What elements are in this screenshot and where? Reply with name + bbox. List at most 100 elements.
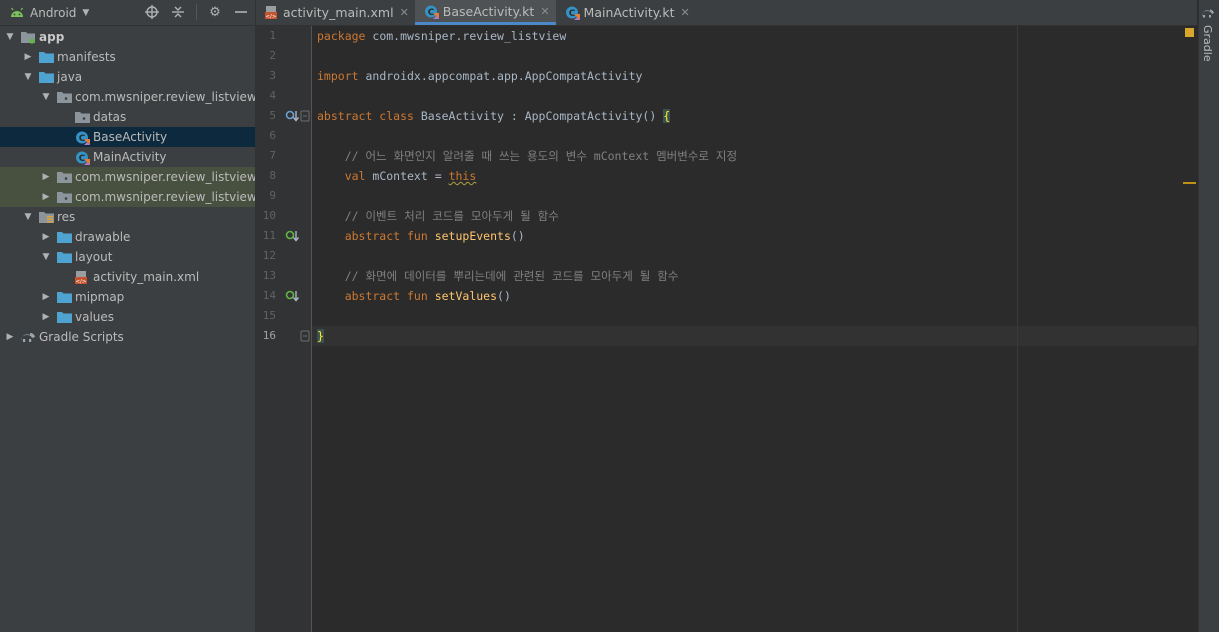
collapsed-arrow-icon[interactable]: ▶	[40, 292, 52, 302]
code-line-3[interactable]: import androidx.appcompat.app.AppCompatA…	[317, 66, 642, 86]
line-number: 3	[269, 69, 276, 82]
tree-item[interactable]: ▶ Gradle Scripts	[0, 327, 255, 347]
code-keyword: package	[317, 29, 366, 43]
gear-icon[interactable]: ⚙	[207, 4, 223, 20]
code-editor[interactable]: package com.mwsniper.review_listview imp…	[312, 26, 1197, 632]
code-line-1[interactable]: package com.mwsniper.review_listview	[317, 26, 566, 46]
gradle-icon	[20, 330, 36, 344]
tree-item[interactable]: ▼ layout	[0, 247, 255, 267]
right-tool-strip: Gradle	[1198, 0, 1219, 632]
kotlin-class-icon: C	[565, 5, 580, 20]
project-view-selector[interactable]: Android ▼	[0, 6, 89, 20]
tree-item-label: com.mwsniper.review_listview	[75, 170, 256, 184]
matched-brace: {	[663, 109, 671, 123]
collapsed-arrow-icon[interactable]: ▶	[22, 52, 34, 62]
kotlin-class-icon: C	[424, 4, 439, 19]
package-icon	[56, 90, 72, 104]
kotlin-class-icon: C	[74, 130, 90, 145]
expanded-arrow-icon[interactable]: ▼	[22, 72, 34, 82]
close-icon[interactable]: ✕	[680, 6, 689, 19]
code-line-14[interactable]: abstract fun setValues()	[317, 286, 511, 306]
warning-status-icon[interactable]	[1185, 28, 1194, 37]
collapsed-arrow-icon[interactable]: ▶	[40, 192, 52, 202]
tree-item-label: BaseActivity	[93, 130, 168, 144]
line-number: 7	[269, 149, 276, 162]
matched-brace: }	[317, 329, 324, 343]
tree-item[interactable]: ▶ manifests	[0, 47, 255, 67]
editor-tab[interactable]: </> activity_main.xml ✕	[256, 0, 415, 25]
collapsed-arrow-icon[interactable]: ▶	[40, 172, 52, 182]
hide-panel-icon[interactable]	[233, 4, 249, 20]
tree-item-label: mipmap	[75, 290, 125, 304]
expanded-arrow-icon[interactable]: ▼	[40, 252, 52, 262]
tree-item[interactable]: ▼ com.mwsniper.review_listview	[0, 87, 255, 107]
line-number: 5	[269, 109, 276, 122]
line-number: 2	[269, 49, 276, 62]
implemented-marker-icon[interactable]	[285, 289, 299, 303]
warning-marker[interactable]	[1183, 182, 1196, 184]
expanded-arrow-icon[interactable]: ▼	[22, 212, 34, 222]
expanded-arrow-icon[interactable]: ▼	[4, 32, 16, 42]
close-icon[interactable]: ✕	[540, 5, 549, 18]
gradle-icon	[1202, 9, 1214, 18]
tree-item[interactable]: ▶com.mwsniper.review_listview (te	[0, 187, 255, 207]
tree-item[interactable]: ▼ app	[0, 27, 255, 47]
code-keyword: import	[317, 69, 359, 83]
implemented-marker-icon[interactable]	[285, 229, 299, 243]
xml-file-icon: </>	[265, 5, 279, 20]
error-stripe[interactable]	[1181, 26, 1197, 632]
code-line-8[interactable]: val mContext = this	[317, 166, 477, 186]
code-keyword-warning: this	[448, 169, 477, 183]
tree-item[interactable]: datas	[0, 107, 255, 127]
tree-item-label: activity_main.xml	[93, 270, 200, 284]
editor-tab[interactable]: C BaseActivity.kt ✕	[414, 0, 556, 25]
close-icon[interactable]: ✕	[400, 6, 409, 19]
code-function-name: setupEvents	[427, 229, 511, 243]
tree-item[interactable]: ▶ mipmap	[0, 287, 255, 307]
line-number: 16	[262, 329, 276, 342]
tree-item-label: values	[75, 310, 115, 324]
tree-item[interactable]: </> activity_main.xml	[0, 267, 255, 287]
collapsed-arrow-icon[interactable]: ▶	[4, 332, 16, 342]
line-number: 1	[269, 29, 276, 42]
editor-tab-bar: </> activity_main.xml ✕ C BaseActivity.kt ✕ C M…	[256, 0, 1197, 26]
caret-row-highlight	[312, 326, 1197, 346]
locate-icon[interactable]	[144, 4, 160, 20]
tree-item-label: manifests	[57, 50, 116, 64]
code-line-10[interactable]: // 이벤트 처리 코드를 모아두게 될 함수	[317, 206, 559, 226]
android-icon	[11, 7, 23, 17]
implements-marker-icon[interactable]	[285, 109, 299, 123]
code-line-16[interactable]: }	[317, 326, 324, 346]
tree-item[interactable]: ▶ values	[0, 307, 255, 327]
folder-icon	[38, 70, 54, 84]
editor-tab-label: activity_main.xml	[283, 5, 394, 20]
package-icon	[74, 110, 90, 124]
code-line-11[interactable]: abstract fun setupEvents()	[317, 226, 525, 246]
fold-icon[interactable]	[300, 330, 310, 342]
project-toolbar: Android ▼ ⚙	[0, 0, 255, 26]
line-number: 14	[262, 289, 276, 302]
collapsed-arrow-icon[interactable]: ▶	[40, 312, 52, 322]
folder-icon	[56, 230, 72, 244]
collapse-all-icon[interactable]	[170, 4, 186, 20]
code-text: BaseActivity : AppCompatActivity()	[413, 109, 664, 123]
tree-item[interactable]: C MainActivity	[0, 147, 255, 167]
tree-item[interactable]: ▶ drawable	[0, 227, 255, 247]
fold-icon[interactable]	[300, 110, 310, 122]
code-line-5[interactable]: abstract class BaseActivity : AppCompatA…	[317, 106, 671, 126]
kotlin-class-icon: C	[74, 150, 90, 165]
folder-icon	[38, 50, 54, 64]
collapsed-arrow-icon[interactable]: ▶	[40, 232, 52, 242]
package-icon	[56, 190, 72, 204]
expanded-arrow-icon[interactable]: ▼	[40, 92, 52, 102]
line-number: 8	[269, 169, 276, 182]
gradle-tool-button[interactable]: Gradle	[1201, 8, 1219, 62]
tree-item[interactable]: ▶com.mwsniper.review_listview (ar	[0, 167, 256, 187]
editor-tab[interactable]: C MainActivity.kt ✕	[556, 0, 696, 25]
package-icon	[56, 170, 72, 184]
tree-item[interactable]: ▼ res	[0, 207, 255, 227]
code-line-13[interactable]: // 화면에 데이터를 뿌리는데에 관련된 코드를 모아두게 될 함수	[317, 266, 679, 286]
tree-item[interactable]: ▼ java	[0, 67, 255, 87]
code-line-7[interactable]: // 어느 화면인지 알려줄 때 쓰는 용도의 변수 mContext 멤버변수…	[317, 146, 737, 166]
tree-item[interactable]: C BaseActivity	[0, 127, 255, 147]
